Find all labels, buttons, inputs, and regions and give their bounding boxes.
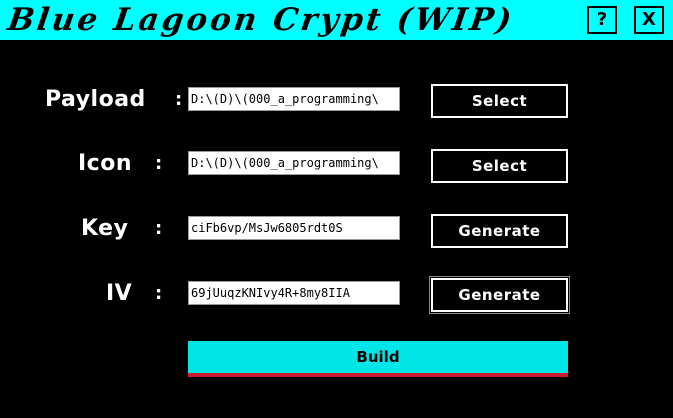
window-title: Blue Lagoon Crypt (WIP) xyxy=(5,2,517,38)
payload-colon: : xyxy=(175,89,183,110)
payload-label: Payload xyxy=(45,87,146,112)
key-colon: : xyxy=(155,218,163,239)
icon-select-button[interactable]: Select xyxy=(431,149,568,183)
key-label: Key xyxy=(81,216,129,241)
key-generate-button[interactable]: Generate xyxy=(431,214,568,248)
icon-label: Icon xyxy=(78,151,133,176)
icon-path-field[interactable]: D:\(D)\(000_a_programming\ xyxy=(188,151,400,175)
payload-select-button[interactable]: Select xyxy=(431,84,568,118)
build-button-underline xyxy=(188,373,568,377)
iv-field[interactable]: 69jUuqzKNIvy4R+8my8IIA xyxy=(188,281,400,305)
key-field[interactable]: ciFb6vp/MsJw6805rdt0S xyxy=(188,216,400,240)
iv-label: IV xyxy=(106,281,133,306)
close-button[interactable]: X xyxy=(634,6,664,34)
build-button[interactable]: Build xyxy=(188,341,568,373)
title-bar[interactable]: Blue Lagoon Crypt (WIP) ? X xyxy=(0,0,673,40)
help-button[interactable]: ? xyxy=(587,6,617,34)
icon-colon: : xyxy=(155,153,163,174)
iv-generate-button[interactable]: Generate xyxy=(429,276,570,314)
iv-colon: : xyxy=(155,283,163,304)
payload-path-field[interactable]: D:\(D)\(000_a_programming\ xyxy=(188,87,400,111)
